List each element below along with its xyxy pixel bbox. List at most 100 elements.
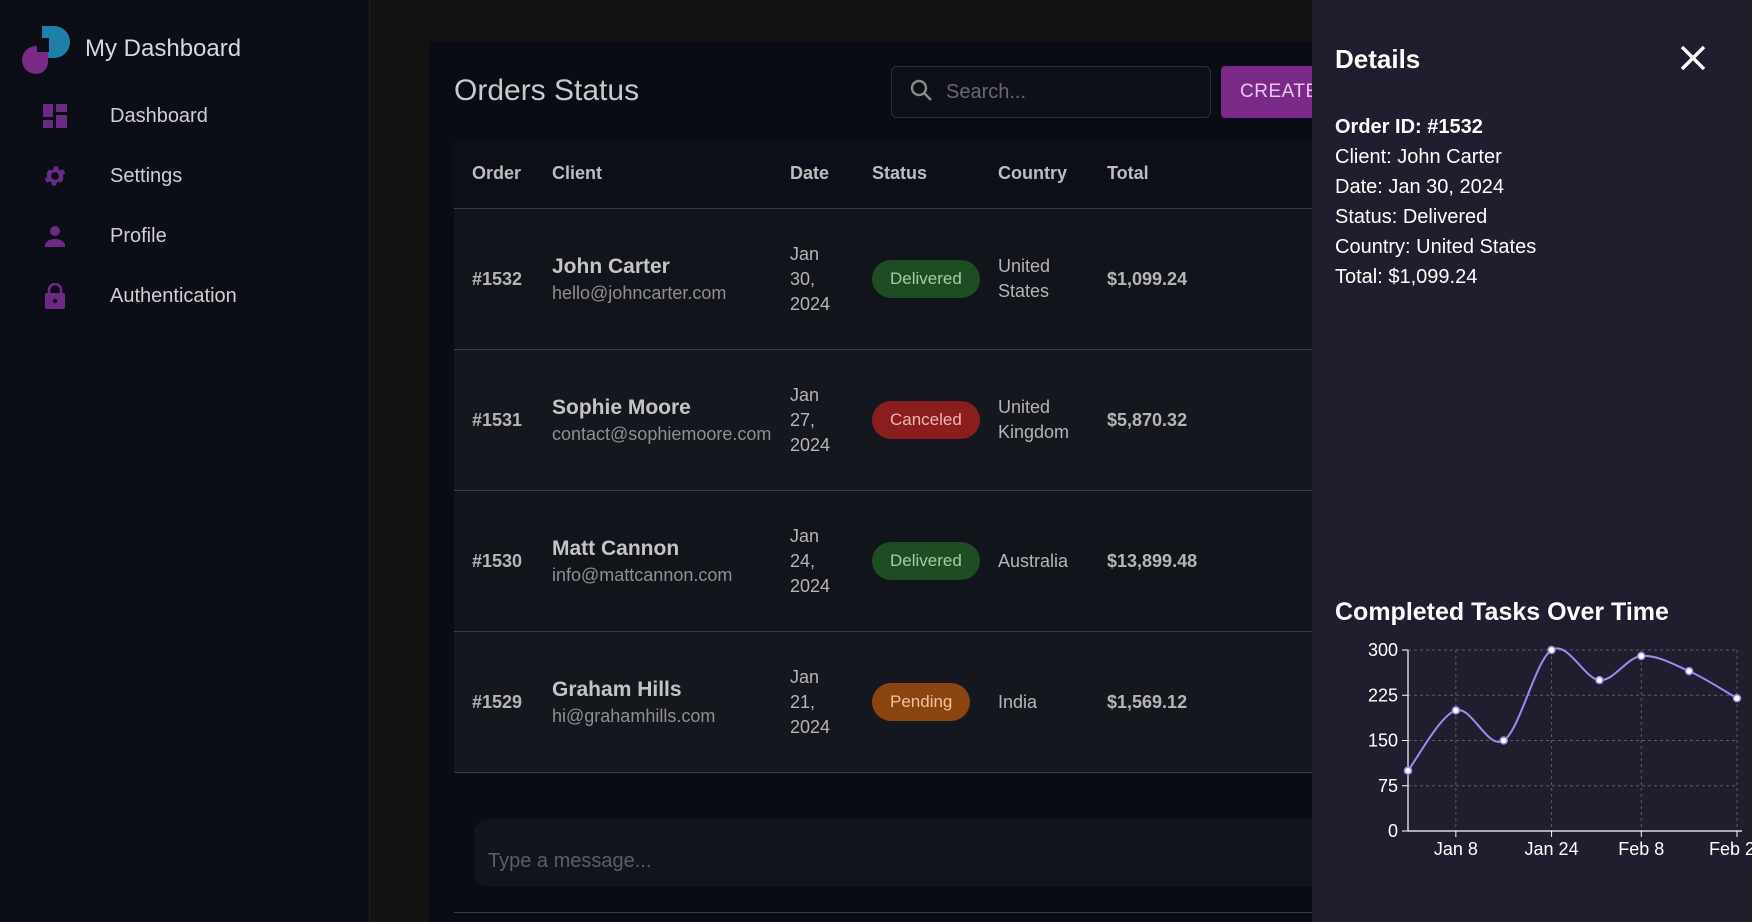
order-total: $5,870.32	[1107, 409, 1188, 430]
client-email: hi@grahamhills.com	[552, 705, 716, 726]
x-tick-label: Feb 24	[1709, 839, 1752, 859]
close-button[interactable]	[1675, 40, 1711, 76]
country-text: United	[998, 256, 1051, 276]
sidebar-nav: Dashboard Settings Profile Authenticatio…	[0, 86, 369, 326]
date-text: Jan	[790, 525, 820, 546]
y-tick-label: 75	[1378, 776, 1398, 796]
page-title: Orders Status	[454, 74, 640, 107]
sidebar-item-settings[interactable]: Settings	[0, 146, 369, 206]
client-cell: Graham Hills hi@grahamhills.com	[552, 632, 715, 772]
order-id: #1530	[472, 550, 523, 571]
sidebar-item-label: Authentication	[110, 284, 237, 307]
date-cell: Jan 24, 2024	[790, 491, 850, 631]
column-header-total[interactable]: Total	[1107, 163, 1149, 184]
client-name: Graham Hills	[552, 677, 682, 701]
x-tick-label: Feb 8	[1618, 839, 1664, 859]
order-total: $1,569.12	[1107, 691, 1188, 712]
status-cell: Delivered	[872, 209, 980, 349]
date-text: Jan	[790, 666, 820, 687]
y-tick-label: 150	[1368, 731, 1398, 751]
client-name: John Carter	[552, 254, 670, 278]
brand-title: My Dashboard	[85, 35, 242, 62]
country-text: States	[998, 281, 1050, 301]
client-cell: Sophie Moore contact@sophiemoore.com	[552, 350, 771, 490]
close-icon	[1680, 45, 1706, 71]
y-tick-label: 300	[1368, 640, 1398, 660]
country-cell: India	[998, 632, 1088, 772]
date-text: 27,	[790, 409, 816, 430]
client-name: Sophie Moore	[552, 395, 691, 419]
lock-icon	[42, 283, 68, 309]
country-text: United	[998, 397, 1051, 417]
create-button[interactable]: CREATE	[1221, 66, 1312, 118]
status-cell: Canceled	[872, 350, 980, 490]
client-cell: John Carter hello@johncarter.com	[552, 209, 726, 349]
data-point	[1403, 766, 1413, 775]
table-row[interactable]: #1531 Sophie Moore contact@sophiemoore.com…	[454, 350, 1312, 491]
details-list: Order ID: #1532 Client: John Carter Date…	[1335, 112, 1536, 292]
data-point	[1499, 736, 1508, 745]
client-name: Matt Cannon	[552, 536, 680, 560]
date-text: Jan	[790, 384, 820, 405]
date-text: 24,	[790, 550, 816, 571]
chart-title: Completed Tasks Over Time	[1335, 598, 1669, 626]
client-email: info@mattcannon.com	[552, 564, 733, 585]
column-header-date[interactable]: Date	[790, 163, 829, 184]
date-cell: Jan 21, 2024	[790, 632, 850, 772]
country-cell: United Kingdom	[998, 350, 1088, 490]
brand[interactable]: My Dashboard	[20, 24, 241, 74]
gear-icon	[42, 163, 68, 189]
date-text: 2024	[790, 293, 831, 314]
data-point	[1637, 651, 1646, 661]
detail-client: Client: John Carter	[1335, 146, 1502, 168]
message-input[interactable]	[488, 849, 1088, 873]
detail-order-id: Order ID: #1532	[1335, 116, 1483, 138]
date-text: 2024	[790, 434, 831, 455]
orders-card: Orders Status CREATE Order Client Date S…	[429, 41, 1312, 922]
table-body: #1532 John Carter hello@johncarter.com Jan 3…	[454, 209, 1312, 773]
x-tick-label: Jan 24	[1525, 839, 1579, 859]
country-cell: Australia	[998, 491, 1088, 631]
date-text: 21,	[790, 691, 816, 712]
search-box[interactable]	[891, 66, 1211, 118]
detail-status: Status: Delivered	[1335, 206, 1488, 228]
column-header-country[interactable]: Country	[998, 163, 1067, 184]
sidebar: My Dashboard Dashboard Settings Profile …	[0, 0, 370, 922]
search-input[interactable]	[946, 80, 1186, 104]
sidebar-item-profile[interactable]: Profile	[0, 206, 369, 266]
column-header-order[interactable]: Order	[472, 163, 521, 184]
client-email: contact@sophiemoore.com	[552, 423, 772, 444]
message-box[interactable]	[474, 819, 1312, 887]
order-id: #1531	[472, 409, 523, 430]
column-header-status[interactable]: Status	[872, 163, 927, 184]
table-row[interactable]: #1530 Matt Cannon info@mattcannon.com Jan 24…	[454, 491, 1312, 632]
date-text: 2024	[790, 716, 831, 737]
table-row[interactable]: #1529 Graham Hills hi@grahamhills.com Jan 21…	[454, 632, 1312, 773]
sidebar-item-authentication[interactable]: Authentication	[0, 266, 369, 326]
order-id: #1532	[472, 268, 523, 289]
client-email: hello@johncarter.com	[552, 282, 727, 303]
brand-logo-icon	[20, 24, 70, 74]
status-badge: Delivered	[872, 542, 980, 580]
column-header-client[interactable]: Client	[552, 163, 602, 184]
table-row[interactable]: #1532 John Carter hello@johncarter.com Jan 3…	[454, 209, 1312, 350]
x-tick-label: Jan 8	[1434, 839, 1478, 859]
details-panel: Details Order ID: #1532 Client: John Car…	[1312, 0, 1752, 922]
detail-date: Date: Jan 30, 2024	[1335, 176, 1505, 198]
sidebar-item-label: Profile	[110, 224, 167, 247]
date-text: Jan	[790, 243, 820, 264]
sidebar-item-dashboard[interactable]: Dashboard	[0, 86, 369, 146]
sidebar-item-label: Dashboard	[110, 104, 208, 127]
sidebar-item-label: Settings	[110, 164, 183, 187]
status-badge: Pending	[872, 683, 971, 721]
country-text: Kingdom	[998, 422, 1070, 442]
date-text: 30,	[790, 268, 816, 289]
date-cell: Jan 27, 2024	[790, 350, 850, 490]
order-total: $13,899.48	[1107, 550, 1198, 571]
country-text: Australia	[998, 550, 1069, 571]
data-point	[1684, 666, 1694, 676]
completed-tasks-chart: 0 75 150 225 300 Jan 8 Jan 24 Feb 8 Feb 24	[1368, 640, 1752, 859]
divider	[454, 912, 1312, 913]
person-icon	[42, 223, 68, 249]
search-icon	[910, 79, 932, 106]
